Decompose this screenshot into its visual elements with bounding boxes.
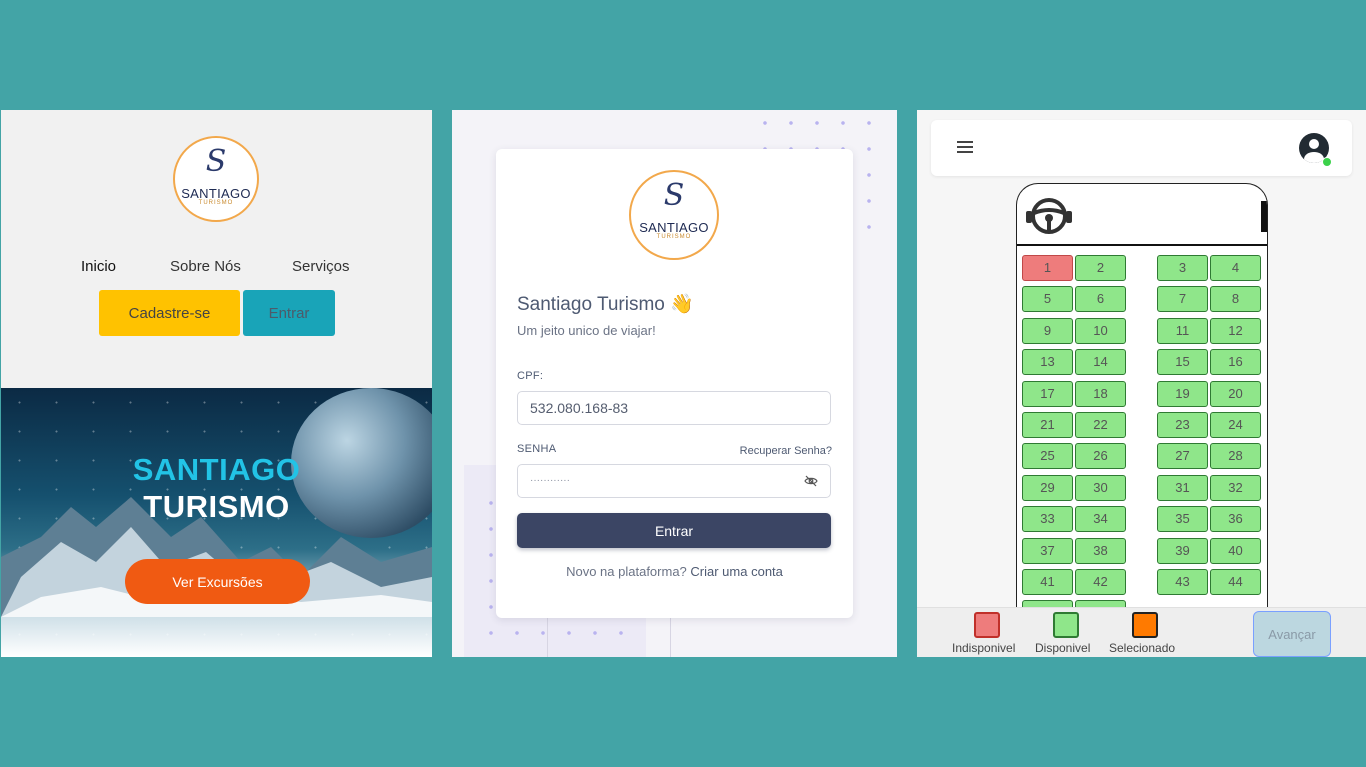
password-label: SENHA	[517, 443, 557, 455]
seat-17[interactable]: 17	[1022, 380, 1073, 407]
password-field[interactable]: ············	[517, 464, 831, 498]
seat-7[interactable]: 7	[1157, 286, 1208, 313]
hero-title-line1: SANTIAGO	[132, 452, 301, 487]
forgot-password-link[interactable]: Recuperar Senha?	[740, 445, 832, 457]
seat-44[interactable]: 44	[1210, 569, 1261, 595]
seat-32[interactable]: 32	[1210, 474, 1261, 501]
seat-20[interactable]: 20	[1210, 380, 1261, 407]
bus-door	[1261, 201, 1267, 232]
submit-login-button[interactable]: Entrar	[517, 513, 831, 548]
hero-banner: SANTIAGO TURISMO Ver Excursões	[1, 388, 432, 657]
brand-logo: S SANTIAGO TURISMO	[629, 170, 719, 260]
seat-25[interactable]: 25	[1022, 443, 1073, 470]
legend-unavailable-label: Indisponivel	[952, 641, 1016, 655]
hero-title-line2: TURISMO	[143, 489, 290, 524]
signup-button[interactable]: Cadastre-se	[99, 290, 240, 336]
seat-33[interactable]: 33	[1022, 506, 1073, 533]
seat-28[interactable]: 28	[1210, 443, 1261, 470]
seat-13[interactable]: 13	[1022, 349, 1073, 376]
seat-40[interactable]: 40	[1210, 537, 1261, 564]
seat-35[interactable]: 35	[1157, 506, 1208, 533]
seat-18[interactable]: 18	[1075, 380, 1126, 407]
seat-11[interactable]: 11	[1157, 317, 1208, 344]
seat-23[interactable]: 23	[1157, 412, 1208, 438]
seat-43[interactable]: 43	[1157, 569, 1208, 595]
bus-layout: 1 2 3 4 5 6 7 8 9 10 11 12 13 14 15 16 17 18 19 20 21 22 23 24 2…	[1016, 183, 1268, 657]
seat-41[interactable]: 41	[1022, 569, 1073, 595]
nav-servicos[interactable]: Serviços	[292, 258, 350, 275]
seat-2[interactable]: 2	[1075, 255, 1126, 281]
seat-26[interactable]: 26	[1075, 443, 1126, 470]
driver-divider	[1017, 244, 1267, 246]
seat-34[interactable]: 34	[1075, 506, 1126, 533]
logo-name: SANTIAGO	[639, 220, 709, 235]
legend-available-swatch	[1053, 612, 1079, 638]
seat-36[interactable]: 36	[1210, 506, 1261, 533]
seat-6[interactable]: 6	[1075, 286, 1126, 313]
hamburger-menu-icon[interactable]	[957, 141, 973, 153]
seat-9[interactable]: 9	[1022, 317, 1073, 344]
seat-38[interactable]: 38	[1075, 537, 1126, 564]
seat-29[interactable]: 29	[1022, 474, 1073, 501]
logo-name: SANTIAGO	[181, 186, 251, 201]
login-subtitle: Um jeito unico de viajar!	[517, 323, 656, 338]
login-screen: S SANTIAGO TURISMO Santiago Turismo 👋 Um…	[452, 110, 897, 657]
seat-selection-screen: 1 2 3 4 5 6 7 8 9 10 11 12 13 14 15 16 17 18 19 20 21 22 23 24 2…	[917, 110, 1366, 657]
home-screen: S SANTIAGO TURISMO Inicio Sobre Nós Serv…	[1, 110, 432, 657]
seat-19[interactable]: 19	[1157, 380, 1208, 407]
seat-1[interactable]: 1	[1022, 255, 1073, 281]
online-status-dot	[1322, 157, 1332, 167]
brand-logo: S SANTIAGO TURISMO	[173, 136, 259, 222]
create-account-link[interactable]: Criar uma conta	[690, 564, 782, 579]
cpf-label: CPF:	[517, 370, 544, 382]
view-excursions-button[interactable]: Ver Excursões	[125, 559, 310, 604]
nav-sobre-nos[interactable]: Sobre Nós	[170, 258, 241, 275]
legend-unavailable-swatch	[974, 612, 1000, 638]
login-card: S SANTIAGO TURISMO Santiago Turismo 👋 Um…	[496, 149, 853, 618]
seat-24[interactable]: 24	[1210, 412, 1261, 438]
seat-4[interactable]: 4	[1210, 255, 1261, 281]
logo-monogram: S	[205, 144, 227, 179]
login-button[interactable]: Entrar	[243, 290, 335, 336]
login-title: Santiago Turismo 👋	[517, 294, 694, 315]
seat-27[interactable]: 27	[1157, 443, 1208, 470]
seat-3[interactable]: 3	[1157, 255, 1208, 281]
seat-15[interactable]: 15	[1157, 349, 1208, 376]
seat-14[interactable]: 14	[1075, 349, 1126, 376]
nav-inicio[interactable]: Inicio	[81, 258, 116, 275]
seat-22[interactable]: 22	[1075, 412, 1126, 438]
seat-12[interactable]: 12	[1210, 317, 1261, 344]
signup-prompt: Novo na plataforma? Criar uma conta	[496, 564, 853, 579]
cpf-field[interactable]: 532.080.168-83	[517, 391, 831, 425]
logo-tagline: TURISMO	[198, 200, 234, 206]
seat-8[interactable]: 8	[1210, 286, 1261, 313]
next-button[interactable]: Avançar	[1253, 611, 1331, 657]
seat-37[interactable]: 37	[1022, 537, 1073, 564]
legend-bar: Indisponivel Disponivel Selecionado Avan…	[917, 607, 1366, 657]
seat-10[interactable]: 10	[1075, 317, 1126, 344]
seat-31[interactable]: 31	[1157, 474, 1208, 501]
logo-tagline: TURISMO	[656, 234, 692, 240]
signup-prompt-text: Novo na plataforma?	[566, 564, 687, 579]
legend-selected-swatch	[1132, 612, 1158, 638]
cpf-value: 532.080.168-83	[530, 400, 629, 416]
password-value: ············	[530, 475, 570, 486]
seat-21[interactable]: 21	[1022, 412, 1073, 438]
seat-16[interactable]: 16	[1210, 349, 1261, 376]
seat-5[interactable]: 5	[1022, 286, 1073, 313]
eye-off-icon[interactable]	[804, 474, 818, 488]
seat-42[interactable]: 42	[1075, 569, 1126, 595]
logo-monogram: S	[663, 178, 685, 213]
legend-available-label: Disponivel	[1035, 641, 1091, 655]
steering-wheel-icon	[1026, 198, 1072, 234]
seat-39[interactable]: 39	[1157, 537, 1208, 564]
legend-selected-label: Selecionado	[1109, 641, 1176, 655]
top-bar	[931, 120, 1352, 176]
seat-30[interactable]: 30	[1075, 474, 1126, 501]
